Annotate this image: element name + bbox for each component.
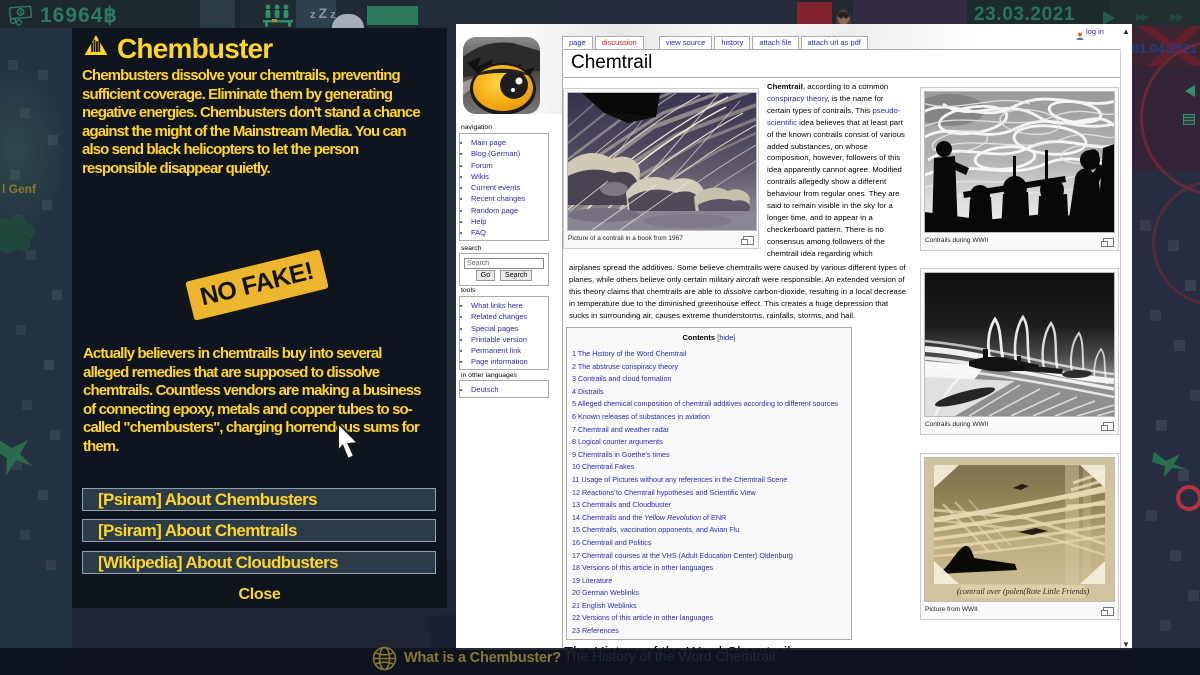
svg-text:(contrail over (polen(Rote Lit: (contrail over (polen(Rote Little Friend… xyxy=(957,587,1090,596)
